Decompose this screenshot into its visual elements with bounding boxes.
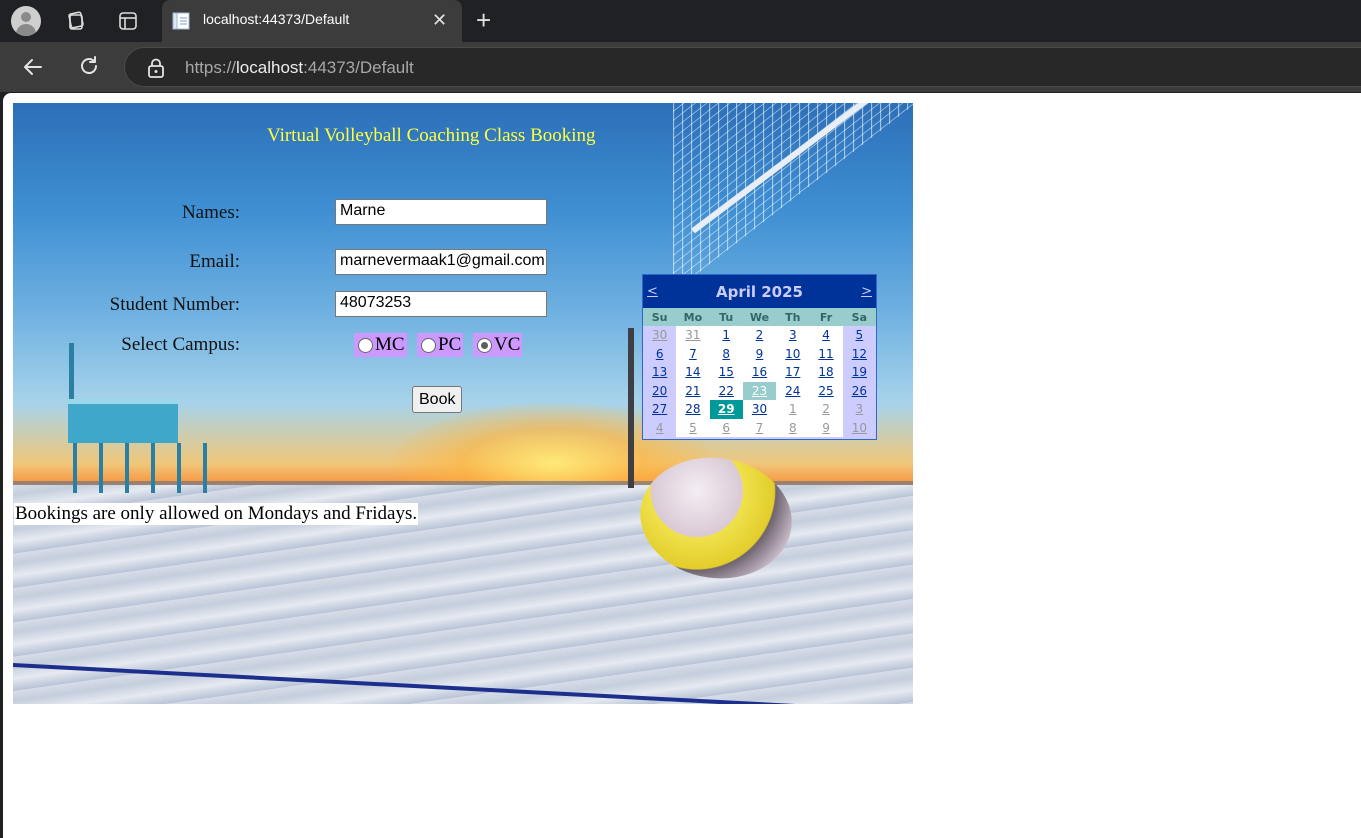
reload-icon[interactable] — [76, 54, 102, 80]
calendar-day[interactable]: 5 — [676, 418, 710, 437]
calendar-day[interactable]: 6 — [643, 344, 677, 363]
browser-tab-bar: localhost:44373/Default ✕ + — [0, 0, 1361, 42]
calendar-weekday-header: Sa — [842, 308, 876, 326]
campus-option-vc[interactable]: VC — [473, 333, 523, 357]
tab-title: localhost:44373/Default — [203, 11, 350, 27]
calendar-weekday-header: Tu — [709, 308, 743, 326]
calendar-next-link[interactable]: > — [861, 284, 872, 299]
new-tab-button[interactable]: + — [476, 6, 491, 34]
calendar-day[interactable]: 23 — [742, 381, 777, 400]
calendar-day[interactable]: 15 — [709, 363, 743, 382]
calendar-day[interactable]: 10 — [776, 344, 810, 363]
email-label: Email: — [189, 251, 240, 272]
back-arrow-icon[interactable] — [20, 54, 46, 80]
calendar-grid: Su Mo Tu We Th Fr Sa 30 31 1 2 3 4 5 6 7 8 9 10 11 12 13 14 15… — [643, 308, 876, 437]
page-favicon-icon — [172, 12, 190, 30]
tab-actions-icon[interactable] — [113, 6, 143, 36]
booking-calendar: < April 2025 > Su Mo Tu We Th Fr Sa 30 31 1 2 3 4 5 6… — [642, 274, 877, 440]
calendar-day[interactable]: 30 — [643, 326, 677, 345]
calendar-day[interactable]: 3 — [776, 326, 810, 345]
campus-option-pc[interactable]: PC — [417, 333, 464, 357]
booking-message: Bookings are only allowed on Mondays and… — [14, 503, 419, 525]
calendar-weekday-header: Su — [643, 308, 677, 326]
calendar-month-title: April 2025 — [716, 282, 803, 301]
radio-mc[interactable] — [358, 337, 373, 353]
page-viewport: Virtual Volleyball Coaching Class Bookin… — [3, 93, 1361, 838]
calendar-day[interactable]: 12 — [842, 344, 876, 363]
calendar-day[interactable]: 7 — [742, 418, 777, 437]
calendar-day[interactable]: 9 — [809, 418, 843, 437]
calendar-day[interactable]: 6 — [709, 418, 743, 437]
browser-toolbar: https://localhost:44373/Default — [0, 42, 1361, 92]
names-input[interactable]: Marne — [335, 199, 547, 225]
student-number-label: Student Number: — [109, 294, 240, 315]
calendar-weekday-header: Mo — [676, 308, 710, 326]
calendar-day[interactable]: 27 — [643, 400, 677, 419]
page-title: Virtual Volleyball Coaching Class Bookin… — [267, 125, 596, 146]
calendar-weekday-header: We — [742, 308, 777, 326]
calendar-day[interactable]: 13 — [643, 363, 677, 382]
calendar-day[interactable]: 9 — [742, 344, 777, 363]
calendar-day[interactable]: 25 — [809, 381, 843, 400]
calendar-day[interactable]: 28 — [676, 400, 710, 419]
calendar-day[interactable]: 4 — [809, 326, 843, 345]
calendar-day[interactable]: 2 — [809, 400, 843, 419]
close-tab-icon[interactable]: ✕ — [432, 11, 447, 29]
calendar-day[interactable]: 8 — [709, 344, 743, 363]
campus-label: Select Campus: — [121, 334, 240, 355]
calendar-day[interactable]: 20 — [643, 381, 677, 400]
radio-vc[interactable] — [477, 337, 492, 353]
lock-icon[interactable] — [147, 58, 165, 78]
calendar-week-row: 4 5 6 7 8 9 10 — [643, 418, 876, 437]
calendar-prev-link[interactable]: < — [647, 284, 658, 299]
calendar-day[interactable]: 18 — [809, 363, 843, 382]
calendar-day[interactable]: 7 — [676, 344, 710, 363]
profile-avatar-icon[interactable] — [11, 6, 41, 36]
calendar-day[interactable]: 26 — [842, 381, 876, 400]
calendar-week-row: 27 28 29 30 1 2 3 — [643, 400, 876, 419]
radio-pc[interactable] — [421, 337, 436, 353]
calendar-week-row: 13 14 15 16 17 18 19 — [643, 363, 876, 382]
calendar-day[interactable]: 2 — [742, 326, 777, 345]
calendar-day[interactable]: 8 — [776, 418, 810, 437]
calendar-day[interactable]: 31 — [676, 326, 710, 345]
student-number-input[interactable]: 48073253 — [335, 291, 547, 317]
calendar-week-row: 20 21 22 23 24 25 26 — [643, 381, 876, 400]
calendar-day[interactable]: 22 — [709, 381, 743, 400]
beach-background-image: Virtual Volleyball Coaching Class Bookin… — [13, 103, 913, 704]
calendar-week-row: 6 7 8 9 10 11 12 — [643, 344, 876, 363]
calendar-day[interactable]: 10 — [842, 418, 876, 437]
address-bar[interactable]: https://localhost:44373/Default — [124, 47, 1361, 87]
calendar-day[interactable]: 14 — [676, 363, 710, 382]
campus-option-mc[interactable]: MC — [354, 333, 407, 357]
calendar-day[interactable]: 29 — [709, 400, 743, 419]
calendar-day[interactable]: 3 — [842, 400, 876, 419]
calendar-day[interactable]: 1 — [776, 400, 810, 419]
calendar-day[interactable]: 1 — [709, 326, 743, 345]
active-tab[interactable]: localhost:44373/Default ✕ — [162, 0, 462, 42]
url-text[interactable]: https://localhost:44373/Default — [185, 58, 414, 78]
email-input[interactable]: marnevermaak1@gmail.com — [335, 249, 547, 275]
calendar-day[interactable]: 17 — [776, 363, 810, 382]
calendar-day[interactable]: 24 — [776, 381, 810, 400]
calendar-day[interactable]: 16 — [742, 363, 777, 382]
names-label: Names: — [181, 202, 240, 223]
collections-icon[interactable] — [61, 6, 91, 36]
calendar-day[interactable]: 19 — [842, 363, 876, 382]
calendar-header: < April 2025 > — [643, 275, 876, 308]
calendar-weekday-header: Fr — [809, 308, 843, 326]
calendar-day[interactable]: 4 — [643, 418, 677, 437]
calendar-day[interactable]: 11 — [809, 344, 843, 363]
calendar-day[interactable]: 5 — [842, 326, 876, 345]
calendar-day[interactable]: 21 — [676, 381, 710, 400]
book-button[interactable]: Book — [412, 386, 463, 413]
lifeguard-tower — [63, 343, 223, 493]
calendar-day[interactable]: 30 — [742, 400, 777, 419]
volleyball-net — [673, 103, 913, 293]
calendar-week-row: 30 31 1 2 3 4 5 — [643, 326, 876, 345]
calendar-weekday-header: Th — [776, 308, 810, 326]
net-pole — [628, 328, 634, 488]
